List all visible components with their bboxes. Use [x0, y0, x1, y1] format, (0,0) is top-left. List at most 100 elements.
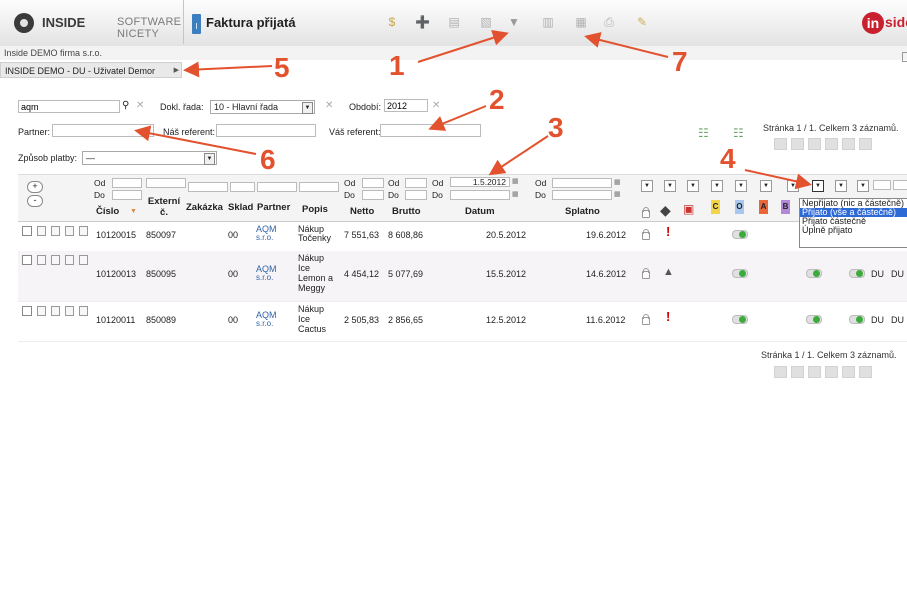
csv-icon[interactable]: ☷: [733, 126, 744, 140]
du-filter-input[interactable]: [873, 180, 891, 190]
pager-next-button[interactable]: [825, 366, 838, 378]
prijato-dropdown-list[interactable]: Nepřijato (nic a částečně) Přijato (vše …: [799, 198, 907, 248]
status-filter-10[interactable]: ▼: [857, 180, 869, 192]
expand-all-button[interactable]: +: [27, 181, 43, 193]
cislo-od-input[interactable]: [112, 178, 142, 188]
pager-prev-button[interactable]: [791, 366, 804, 378]
status-toggle[interactable]: [732, 269, 748, 278]
column-cislo[interactable]: Číslo: [96, 206, 119, 217]
search-input[interactable]: [18, 100, 120, 113]
row-copy-icon[interactable]: [65, 255, 74, 265]
dollar-icon[interactable]: $: [386, 16, 398, 29]
pager-last-button[interactable]: [842, 366, 855, 378]
row-detail-icon[interactable]: [37, 255, 46, 265]
row-detail-icon[interactable]: [37, 226, 46, 236]
vas-referent-input[interactable]: [380, 124, 481, 137]
calendar-icon[interactable]: ▦: [512, 190, 519, 198]
netto-do-input[interactable]: [362, 190, 384, 200]
brutto-do-input[interactable]: [405, 190, 427, 200]
nas-referent-input[interactable]: [216, 124, 316, 137]
column-datum[interactable]: Datum: [465, 206, 495, 217]
zpusob-platby-select[interactable]: — ▼: [82, 151, 217, 165]
filter-icon[interactable]: ▼: [508, 16, 520, 29]
pager-prev-button[interactable]: [791, 138, 804, 150]
column-splatno[interactable]: Splatno: [565, 206, 600, 217]
column-sklad[interactable]: Sklad: [228, 202, 253, 213]
popis-filter-input[interactable]: [299, 182, 339, 192]
splatno-od-input[interactable]: [552, 178, 612, 188]
pager-last-button[interactable]: [842, 138, 855, 150]
status-filter-3[interactable]: ▼: [687, 180, 699, 192]
column-popis[interactable]: Popis: [302, 204, 328, 215]
pager-first-button[interactable]: [774, 138, 787, 150]
cell-partner-suffix[interactable]: s.r.o.: [256, 273, 273, 282]
calendar-icon[interactable]: ▦: [512, 177, 519, 185]
print-icon[interactable]: ⎙: [603, 16, 615, 29]
calendar-icon[interactable]: ▦: [614, 178, 621, 186]
pin-icon[interactable]: ✎: [636, 16, 648, 29]
zakazka-filter-input[interactable]: [188, 182, 228, 192]
pager-page-button[interactable]: [808, 366, 821, 378]
status-filter-4[interactable]: ▼: [711, 180, 723, 192]
calendar-icon[interactable]: ▦: [614, 190, 621, 198]
row-text-icon[interactable]: [79, 306, 88, 316]
du-filter-input-2[interactable]: [893, 180, 907, 190]
obdobi-input[interactable]: [384, 99, 428, 112]
prijato-filter-dropdown[interactable]: ▼: [812, 180, 824, 192]
option-checkbox[interactable]: [902, 52, 907, 62]
clear-obdobi-icon[interactable]: ✕: [432, 100, 440, 111]
collapse-all-button[interactable]: -: [27, 195, 43, 207]
column-externi[interactable]: Externí č.: [146, 196, 182, 218]
externi-filter-input[interactable]: [146, 178, 186, 188]
search-icon[interactable]: ⚲: [122, 100, 129, 111]
prijato-toggle[interactable]: [806, 269, 822, 278]
row-copy-icon[interactable]: [65, 306, 74, 316]
clear-search-icon[interactable]: ✕: [136, 100, 144, 111]
pager-page-button[interactable]: [808, 138, 821, 150]
datum-od-input[interactable]: 1.5.2012: [450, 177, 510, 187]
pager-next-button[interactable]: [825, 138, 838, 150]
status-filter-1[interactable]: ▼: [641, 180, 653, 192]
splatno-do-input[interactable]: [552, 190, 612, 200]
row-detail-icon[interactable]: [37, 306, 46, 316]
import-icon[interactable]: ▦: [575, 16, 587, 29]
export-icon[interactable]: ▥: [542, 16, 554, 29]
brutto-od-input[interactable]: [405, 178, 427, 188]
cell-partner-suffix[interactable]: s.r.o.: [256, 319, 273, 328]
row-text-icon[interactable]: [79, 255, 88, 265]
row-checkbox[interactable]: [22, 226, 32, 236]
clear-dokl-rada-icon[interactable]: ✕: [325, 100, 333, 111]
status-filter-5[interactable]: ▼: [735, 180, 747, 192]
cell-partner-suffix[interactable]: s.r.o.: [256, 233, 273, 242]
cislo-do-input[interactable]: [112, 190, 142, 200]
status-toggle[interactable]: [849, 315, 865, 324]
status-filter-6[interactable]: ▼: [760, 180, 772, 192]
netto-od-input[interactable]: [362, 178, 384, 188]
datum-do-input[interactable]: [450, 190, 510, 200]
status-toggle[interactable]: [732, 315, 748, 324]
dokl-rada-select[interactable]: 10 - Hlavní řada ▼: [210, 100, 315, 114]
row-edit-icon[interactable]: [51, 226, 60, 236]
pager-size-button[interactable]: [859, 138, 872, 150]
status-filter-2[interactable]: ▼: [664, 180, 676, 192]
status-toggle[interactable]: [849, 269, 865, 278]
row-copy-icon[interactable]: [65, 226, 74, 236]
partner-input[interactable]: [52, 124, 154, 137]
partner-filter-input[interactable]: [257, 182, 297, 192]
row-checkbox[interactable]: [22, 306, 32, 316]
column-brutto[interactable]: Brutto: [392, 206, 421, 217]
edit-icon[interactable]: ▤: [448, 16, 460, 29]
status-toggle[interactable]: [732, 230, 748, 239]
pager-size-button[interactable]: [859, 366, 872, 378]
report-icon[interactable]: ☷: [698, 126, 709, 140]
sort-desc-icon[interactable]: ▼: [130, 208, 137, 215]
pager-first-button[interactable]: [774, 366, 787, 378]
dropdown-option[interactable]: Úplně přijato: [800, 226, 907, 235]
row-edit-icon[interactable]: [51, 255, 60, 265]
column-partner[interactable]: Partner: [257, 202, 290, 213]
copy-icon[interactable]: ▧: [480, 16, 492, 29]
column-netto[interactable]: Netto: [350, 206, 374, 217]
sklad-filter-input[interactable]: [230, 182, 255, 192]
add-icon[interactable]: ➕: [415, 16, 430, 29]
status-filter-7[interactable]: ▼: [787, 180, 799, 192]
